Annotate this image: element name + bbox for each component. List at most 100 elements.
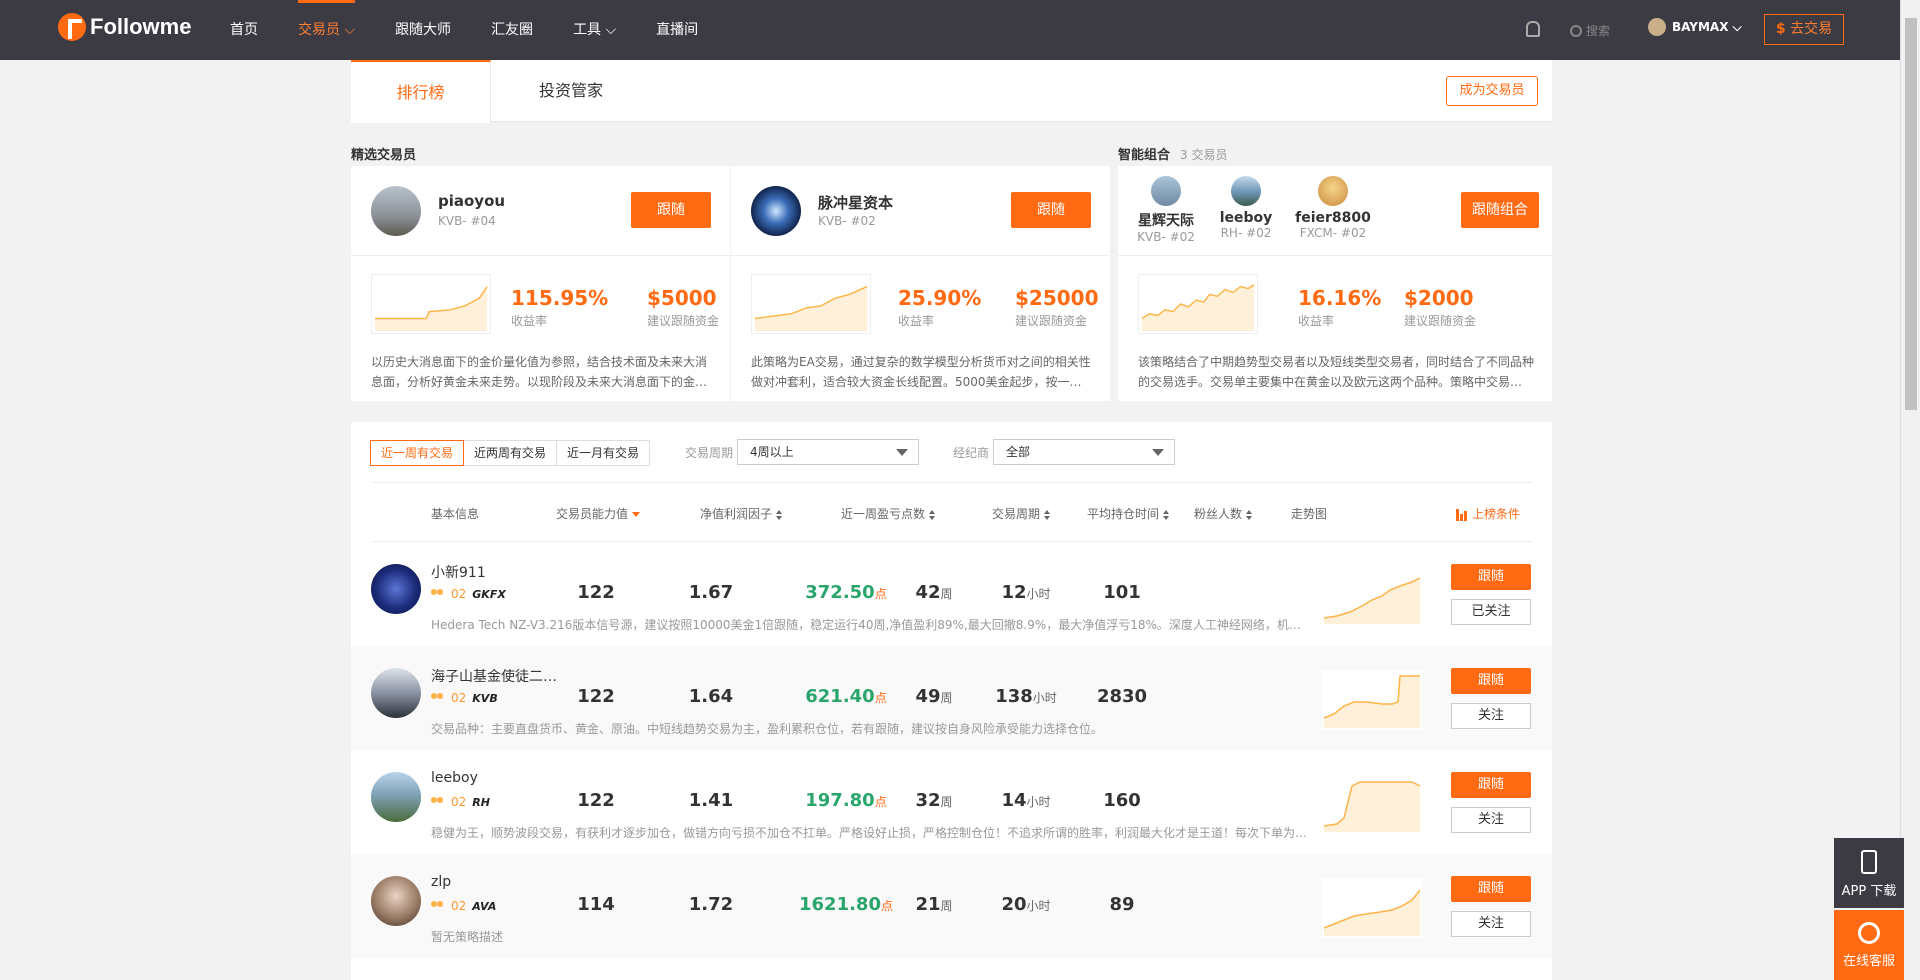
trader-rank: KVB- #02: [818, 214, 876, 228]
col-weekly-pips[interactable]: 近一周盈亏点数: [841, 505, 936, 522]
col-profit-factor[interactable]: 净值利润因子: [700, 505, 783, 522]
watch-button[interactable]: 关注: [1451, 703, 1531, 729]
combo-title: 智能组合 3 交易员: [1118, 148, 1228, 163]
trader-name[interactable]: leeboy: [431, 770, 561, 786]
bell-icon[interactable]: [1526, 21, 1540, 37]
follower-badge: 02 AVA: [431, 899, 496, 913]
strategy-desc: 该策略结合了中期趋势型交易者以及短线类型交易者，同时结合了不同品种的交易选手。交…: [1138, 355, 1535, 389]
page-scrollbar[interactable]: [1900, 0, 1920, 980]
strategy-desc: 暂无策略描述: [431, 930, 504, 944]
trend-chart: [1322, 774, 1422, 834]
follow-button[interactable]: 跟随: [631, 192, 711, 228]
trader-avatar[interactable]: [371, 772, 421, 822]
user-menu[interactable]: BAYMAX ⌵: [1648, 18, 1742, 36]
col-avg-hold[interactable]: 平均持仓时间: [1087, 505, 1170, 522]
trend-chart: [371, 274, 491, 334]
col-fans[interactable]: 粉丝人数: [1194, 505, 1253, 522]
scrollbar-thumb[interactable]: [1905, 18, 1917, 410]
main-content: 排行榜 投资管家 成为交易员 精选交易员 智能组合 3 交易员 piaoyou K…: [351, 60, 1552, 980]
phone-icon: [1861, 850, 1877, 874]
become-trader-button[interactable]: 成为交易员: [1446, 76, 1538, 106]
sort-icon: [1246, 509, 1253, 520]
ranking-conditions-link[interactable]: 上榜条件: [1456, 505, 1520, 522]
featured-title: 精选交易员: [351, 148, 417, 163]
search-icon: [1570, 24, 1582, 37]
follow-button[interactable]: 跟随: [1451, 876, 1531, 902]
go-trade-button[interactable]: $ 去交易: [1764, 14, 1844, 45]
app-download-button[interactable]: APP 下载: [1834, 838, 1904, 908]
customer-service-button[interactable]: 在线客服: [1834, 910, 1904, 980]
period-value: 32周: [915, 790, 953, 811]
strategy-desc: 稳健为王，顺势波段交易，有获利才逐步加仓，做错方向亏损不加仓不扛单。严格设好止损…: [431, 826, 1311, 840]
follow-combo-button[interactable]: 跟随组合: [1461, 192, 1539, 228]
trader-avatar[interactable]: [371, 564, 421, 614]
period-select[interactable]: 4周以上: [737, 439, 919, 465]
nav-follow-masters[interactable]: 跟随大师: [395, 0, 451, 60]
follower-badge: 02 KVB: [431, 691, 498, 705]
table-row: 海子山基金使徒二… 02 KVB 交易品种：主要直盘货币、黄金、原油。中短线趋势交易为…: [351, 646, 1552, 750]
username: BAYMAX ⌵: [1672, 19, 1742, 34]
trader-avatar[interactable]: [371, 668, 421, 718]
follow-button[interactable]: 跟随: [1451, 668, 1531, 694]
return-label: 收益率: [1298, 314, 1335, 328]
nav-tools[interactable]: 工具 ⌵: [573, 0, 616, 60]
follow-button[interactable]: 跟随: [1451, 564, 1531, 590]
follow-button[interactable]: 跟随: [1451, 772, 1531, 798]
trader-name[interactable]: 小新911: [431, 562, 561, 582]
sort-icon: [1044, 509, 1051, 520]
nav-home[interactable]: 首页: [230, 0, 258, 60]
combo-member[interactable]: leeboy RH- #02: [1216, 176, 1276, 240]
logo-text: Followme: [90, 14, 192, 39]
follower-badge: 02 GKFX: [431, 587, 506, 601]
profit-factor-value: 1.64: [688, 686, 734, 707]
nav-traders[interactable]: 交易员 ⌵: [298, 0, 356, 60]
filter-last-week[interactable]: 近一周有交易: [370, 440, 465, 466]
period-value: 21周: [915, 894, 953, 915]
strategy-desc: 此策略为EA交易，通过复杂的数学模型分析货币对之间的相关性做对冲套利，适合较大资…: [751, 355, 1091, 389]
ranking-panel: 近一周有交易 近两周有交易 近一月有交易 交易周期 4周以上 经纪商 全部 基本…: [351, 422, 1552, 980]
follow-button[interactable]: 跟随: [1011, 192, 1091, 228]
capital-label: 建议跟随资金: [647, 314, 720, 328]
tab-ranking[interactable]: 排行榜: [351, 60, 491, 123]
fans-value: 89: [1109, 894, 1135, 915]
follower-badge: 02 RH: [431, 795, 490, 809]
period-value: 42周: [915, 582, 953, 603]
tab-investment-manager[interactable]: 投资管家: [491, 60, 651, 122]
trader-avatar[interactable]: [371, 186, 421, 236]
broker-logo: AVA: [472, 899, 497, 913]
watch-button[interactable]: 已关注: [1451, 599, 1531, 625]
trader-name[interactable]: 海子山基金使徒二…: [431, 666, 561, 686]
trader-name[interactable]: zlp: [431, 874, 561, 890]
col-period[interactable]: 交易周期: [992, 505, 1051, 522]
watch-button[interactable]: 关注: [1451, 807, 1531, 833]
combo-member[interactable]: feier8800 FXCM- #02: [1293, 176, 1373, 240]
capital-label: 建议跟随资金: [1404, 314, 1477, 328]
ability-value: 122: [577, 582, 615, 603]
broker-select[interactable]: 全部: [993, 439, 1175, 465]
trader-name[interactable]: piaoyou: [438, 192, 505, 210]
headset-icon: [1858, 922, 1880, 944]
trader-avatar[interactable]: [751, 186, 801, 236]
search-box[interactable]: 搜索: [1570, 22, 1610, 39]
featured-card: piaoyou KVB- #04 跟随 115.95% 收益率 $5000 建议…: [351, 166, 730, 401]
combo-member[interactable]: 星辉天际 KVB- #02: [1136, 176, 1196, 244]
suggested-capital: $2000: [1404, 286, 1474, 310]
trend-chart: [1322, 878, 1422, 938]
trader-avatar[interactable]: [371, 876, 421, 926]
people-icon: [431, 797, 445, 807]
col-ability[interactable]: 交易员能力值: [556, 505, 641, 522]
trend-chart: [751, 274, 871, 334]
broker-logo: KVB: [472, 691, 498, 705]
nav-community[interactable]: 汇友圈: [491, 0, 533, 60]
filter-last-two-weeks[interactable]: 近两周有交易: [463, 440, 558, 466]
followme-logo[interactable]: Followme: [58, 13, 191, 41]
watch-button[interactable]: 关注: [1451, 911, 1531, 937]
fans-value: 101: [1103, 582, 1141, 603]
nav-live[interactable]: 直播间: [656, 0, 698, 60]
logo-mark-icon: [58, 13, 86, 41]
filter-last-month[interactable]: 近一月有交易: [556, 440, 651, 466]
user-avatar: [1648, 18, 1666, 36]
capital-label: 建议跟随资金: [1015, 314, 1088, 328]
trader-name[interactable]: 脉冲星资本: [818, 192, 893, 213]
sort-icon: [776, 509, 783, 520]
